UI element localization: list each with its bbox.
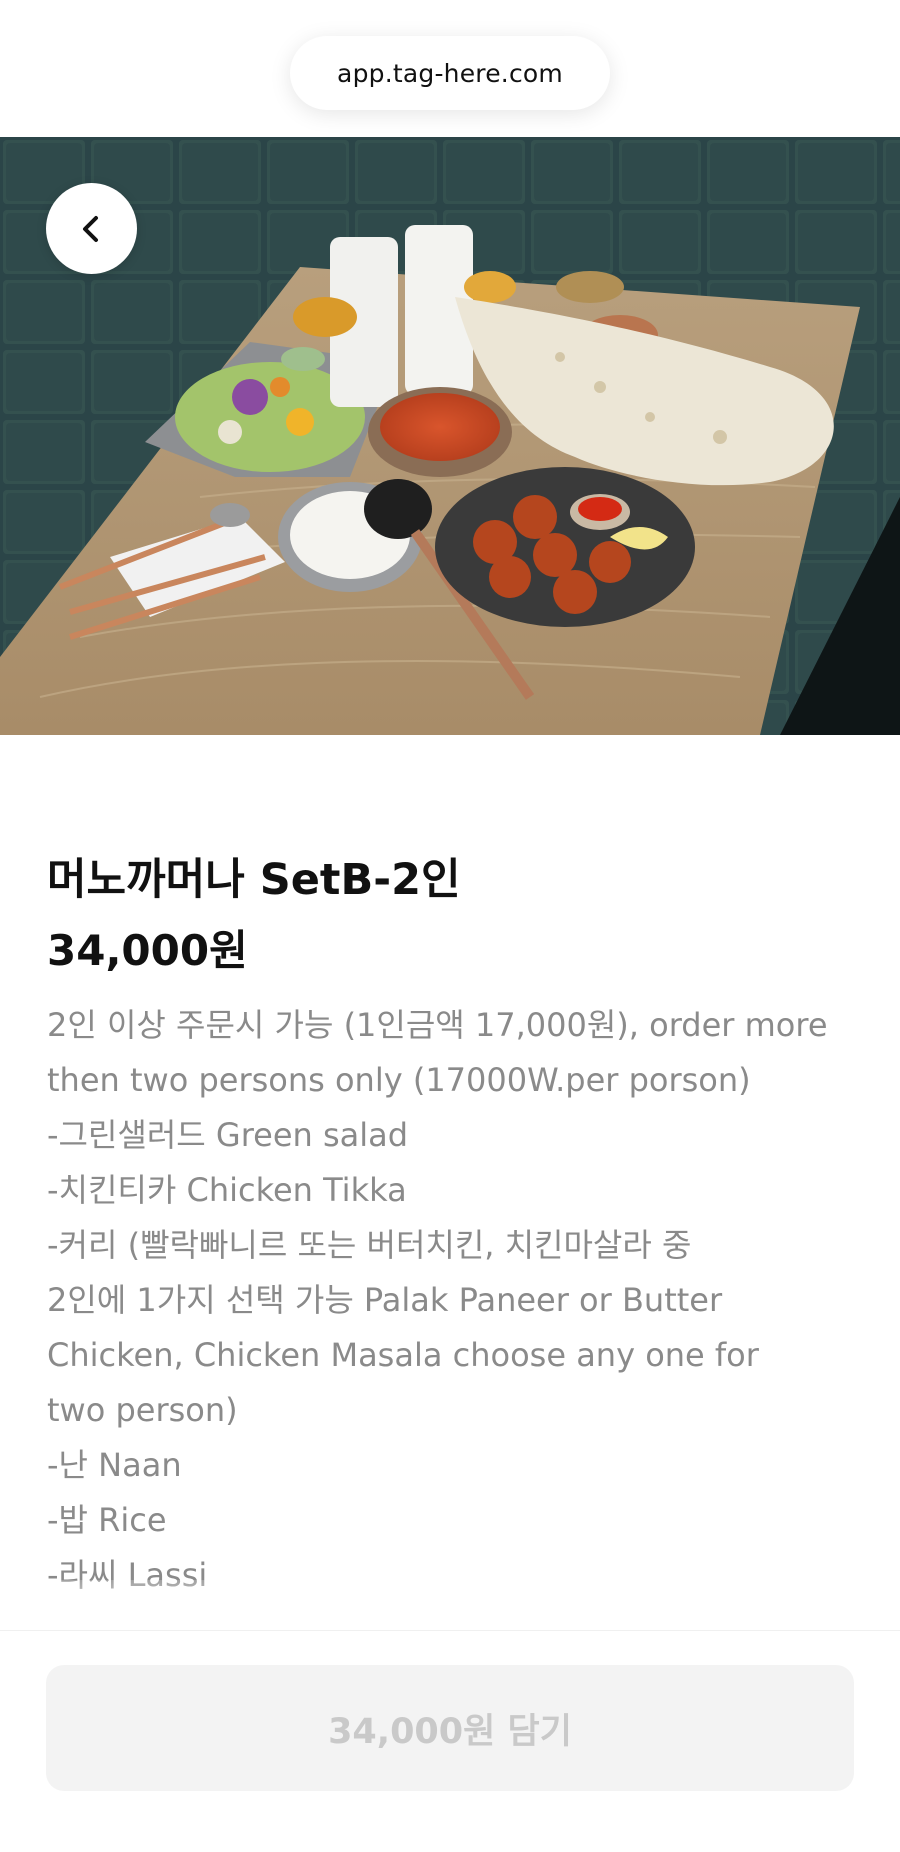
chevron-left-icon [82,215,98,242]
description-line: -그린샐러드 Green salad [47,1116,409,1154]
description-line: then two persons only (17000W.per porson… [47,1061,751,1099]
description-line: -커리 (빨락빠니르 또는 버터치킨, 치킨마살라 중 [47,1226,692,1264]
back-button[interactable] [46,183,137,274]
product-info: 머노까머나 SetB-2인 34,000원 2인 이상 주문시 가능 (1인금액… [47,848,867,1603]
product-price: 34,000원 [47,926,248,975]
url-pill[interactable]: app.tag-here.com [290,36,610,110]
bottom-action-bar: 34,000원 담기 [0,1630,900,1852]
description-line: -치킨티카 Chicken Tikka [47,1171,407,1209]
description-line: -난 Naan [47,1446,182,1484]
product-description: 2인 이상 주문시 가능 (1인금액 17,000원), order more … [47,998,867,1603]
add-to-cart-button[interactable]: 34,000원 담기 [46,1665,854,1791]
description-line: 2인 이상 주문시 가능 (1인금액 17,000원), order more [47,1006,828,1044]
description-line: 2인에 1가지 선택 가능 Palak Paneer or Butter [47,1281,723,1319]
description-line: two person) [47,1391,238,1429]
description-line: Chicken, Chicken Masala choose any one f… [47,1336,759,1374]
browser-bar: app.tag-here.com [0,0,900,137]
product-detail-page: app.tag-here.com 머노까머나 SetB-2인 34,000원 2… [0,0,900,1852]
description-line: -밥 Rice [47,1501,167,1539]
scroll-fade [0,1580,900,1630]
product-title: 머노까머나 SetB-2인 [47,855,461,905]
